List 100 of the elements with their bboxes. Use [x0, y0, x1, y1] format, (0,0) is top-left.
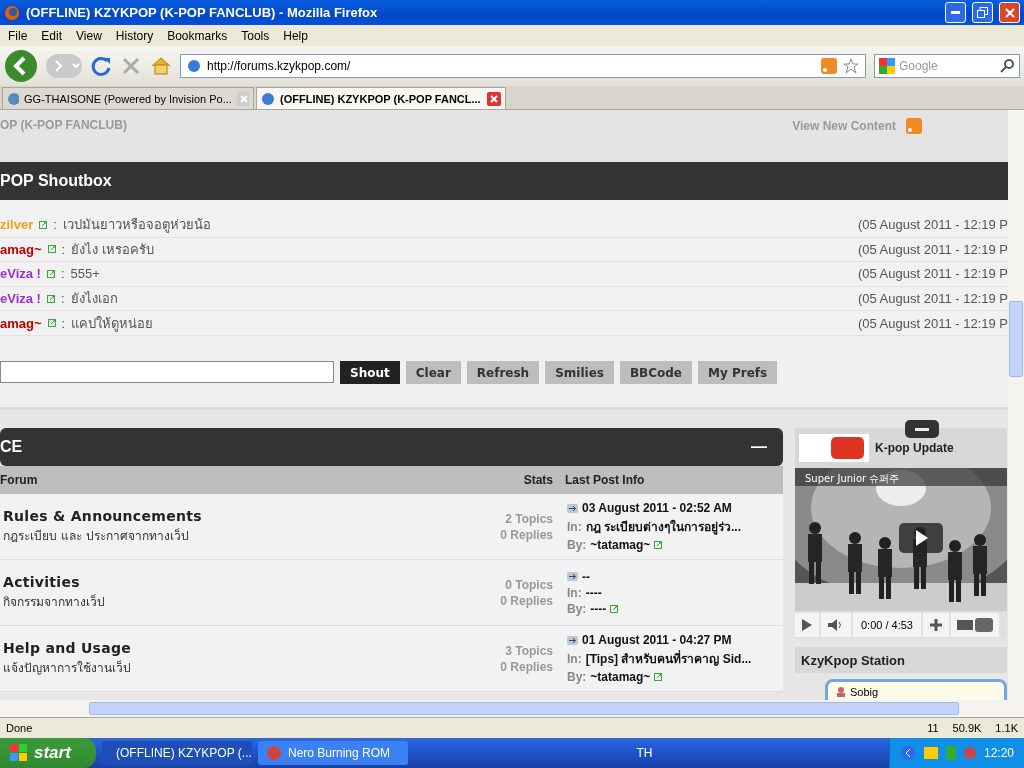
menu-item[interactable]: View	[70, 28, 108, 43]
restore-button[interactable]	[972, 2, 993, 23]
last-post-date: --	[582, 569, 590, 584]
separator: :	[61, 241, 66, 257]
browser-tab[interactable]: GG-THAISONE (Powered by Invision Po...	[2, 87, 254, 109]
menu-item[interactable]: Edit	[35, 28, 69, 43]
envelope-icon[interactable]	[923, 747, 938, 759]
category-title: CE	[0, 438, 23, 456]
close-button[interactable]	[999, 2, 1020, 23]
last-post-author[interactable]: ~tatamag~	[590, 538, 651, 552]
shout-author[interactable]: amag~	[0, 241, 42, 257]
back-icon[interactable]	[4, 49, 38, 83]
shout-button[interactable]: Refresh	[466, 361, 540, 384]
menu-item[interactable]: Help	[277, 28, 314, 43]
forum-link[interactable]: Help and Usage	[3, 640, 132, 656]
home-icon[interactable]	[150, 55, 172, 77]
volume-button[interactable]	[821, 613, 851, 637]
last-post-topic[interactable]: [Tips] สำหรับคนที่ราคาญ Sid...	[585, 649, 752, 668]
shout-button[interactable]: Clear	[405, 361, 461, 384]
clock: 12:20	[983, 746, 1014, 760]
menu-item[interactable]: Bookmarks	[161, 28, 234, 43]
window-title: (OFFLINE) KZYKPOP (K-POP FANCLUB) - Mozilla Firefox	[26, 5, 379, 20]
minus-icon	[915, 427, 929, 431]
by-label: By:	[567, 670, 587, 684]
shout-button[interactable]: Smilies	[545, 361, 614, 384]
last-post-topic[interactable]: ----	[585, 585, 602, 600]
external-link-icon	[610, 604, 619, 613]
browser-tab[interactable]: (OFFLINE) KZYKPOP (K-POP FANCL...	[256, 87, 506, 109]
star-icon[interactable]	[843, 58, 859, 74]
external-link-icon	[654, 541, 663, 549]
replies-count: 0 Replies	[500, 659, 553, 674]
replies-count: 0 Replies	[500, 527, 553, 542]
menu-item[interactable]: File	[2, 28, 34, 43]
taskbar-button[interactable]: Nero Burning ROM	[258, 741, 408, 765]
external-link-icon	[39, 220, 48, 229]
google-icon	[879, 58, 895, 74]
shout-button[interactable]: Shout	[340, 361, 400, 384]
last-post-topic[interactable]: กฎ ระเบียบต่างๆในการอยู่ร่ว...	[585, 517, 741, 536]
user-list-item[interactable]: Sobig	[836, 686, 996, 698]
forum-description: แจ้งปัญหาการใช้งานเว็ป	[3, 659, 131, 677]
expand-tray-icon[interactable]	[899, 745, 916, 761]
collapse-button[interactable]: —	[751, 438, 767, 456]
reload-icon[interactable]	[90, 55, 112, 77]
plus-icon	[929, 618, 943, 632]
shout-button[interactable]: My Prefs	[698, 361, 778, 384]
replies-count: 0 Replies	[500, 593, 553, 608]
play-icon	[801, 618, 813, 632]
shout-message: เวปมันยาวหรือจอตูห่วยน้อ	[62, 216, 212, 235]
video-block-title: K-pop Update	[875, 441, 954, 455]
shout-author[interactable]: eViza !	[0, 291, 41, 307]
shout-time: (05 August 2011 - 12:19 P	[857, 266, 1008, 282]
forum-link[interactable]: Activities	[3, 574, 80, 590]
status-text: Done	[6, 722, 34, 734]
windows-logo	[10, 744, 28, 762]
topics-count: 2 Topics	[505, 511, 553, 526]
collapse-button[interactable]	[905, 420, 939, 438]
arrow-icon	[567, 572, 578, 581]
column-header: Stats	[523, 473, 553, 487]
topics-count: 0 Topics	[505, 577, 553, 592]
by-label: By:	[567, 538, 587, 552]
forum-description: กิจกรรมจากทางเว็ป	[3, 593, 105, 611]
station-title: KzyKpop Station	[795, 647, 1007, 673]
status-value: 1.1K	[995, 722, 1018, 734]
taskbar-button[interactable]: (OFFLINE) KZYKPOP (...	[102, 741, 252, 765]
separator: :	[53, 217, 57, 233]
add-button[interactable]	[923, 613, 949, 637]
firefox-icon	[4, 4, 20, 21]
address-field[interactable]: http://forums.kzykpop.com/	[180, 54, 866, 78]
language-indicator[interactable]: TH	[636, 746, 653, 760]
shout-time: (05 August 2011 - 12:19 P	[857, 315, 1008, 331]
rss-icon	[906, 118, 922, 134]
external-link-icon	[46, 270, 55, 278]
shout-author[interactable]: amag~	[0, 315, 42, 331]
menu-item[interactable]: Tools	[235, 28, 276, 43]
shout-input[interactable]	[0, 361, 334, 383]
status-value: 11	[927, 722, 939, 734]
forum-link[interactable]: Rules & Announcements	[3, 508, 202, 524]
youtube-logo[interactable]	[951, 613, 999, 637]
shout-author[interactable]: eViza !	[0, 266, 41, 282]
last-post-author[interactable]: ~tatamag~	[590, 670, 651, 684]
external-link-icon	[47, 319, 56, 328]
video-title: Super Junior 슈퍼주	[805, 472, 900, 486]
last-post-author[interactable]: ----	[590, 601, 607, 616]
in-label: In:	[567, 519, 582, 534]
minimize-button[interactable]	[945, 2, 966, 23]
column-header: Forum	[0, 473, 38, 487]
search-icon[interactable]	[999, 58, 1015, 74]
external-link-icon	[46, 294, 55, 303]
play-button[interactable]	[795, 613, 819, 637]
external-link-icon	[47, 245, 56, 254]
user-icon	[836, 687, 846, 697]
youtube-logo	[799, 434, 869, 462]
start-button[interactable]: start	[0, 738, 96, 768]
status-value: 50.9K	[952, 722, 982, 734]
menu-item[interactable]: History	[109, 28, 160, 43]
separator: :	[60, 291, 65, 307]
shout-time: (05 August 2011 - 12:19 P	[857, 217, 1008, 233]
close-tab-icon[interactable]	[487, 91, 501, 106]
shout-button[interactable]: BBCode	[619, 361, 692, 384]
play-icon[interactable]	[899, 523, 943, 553]
